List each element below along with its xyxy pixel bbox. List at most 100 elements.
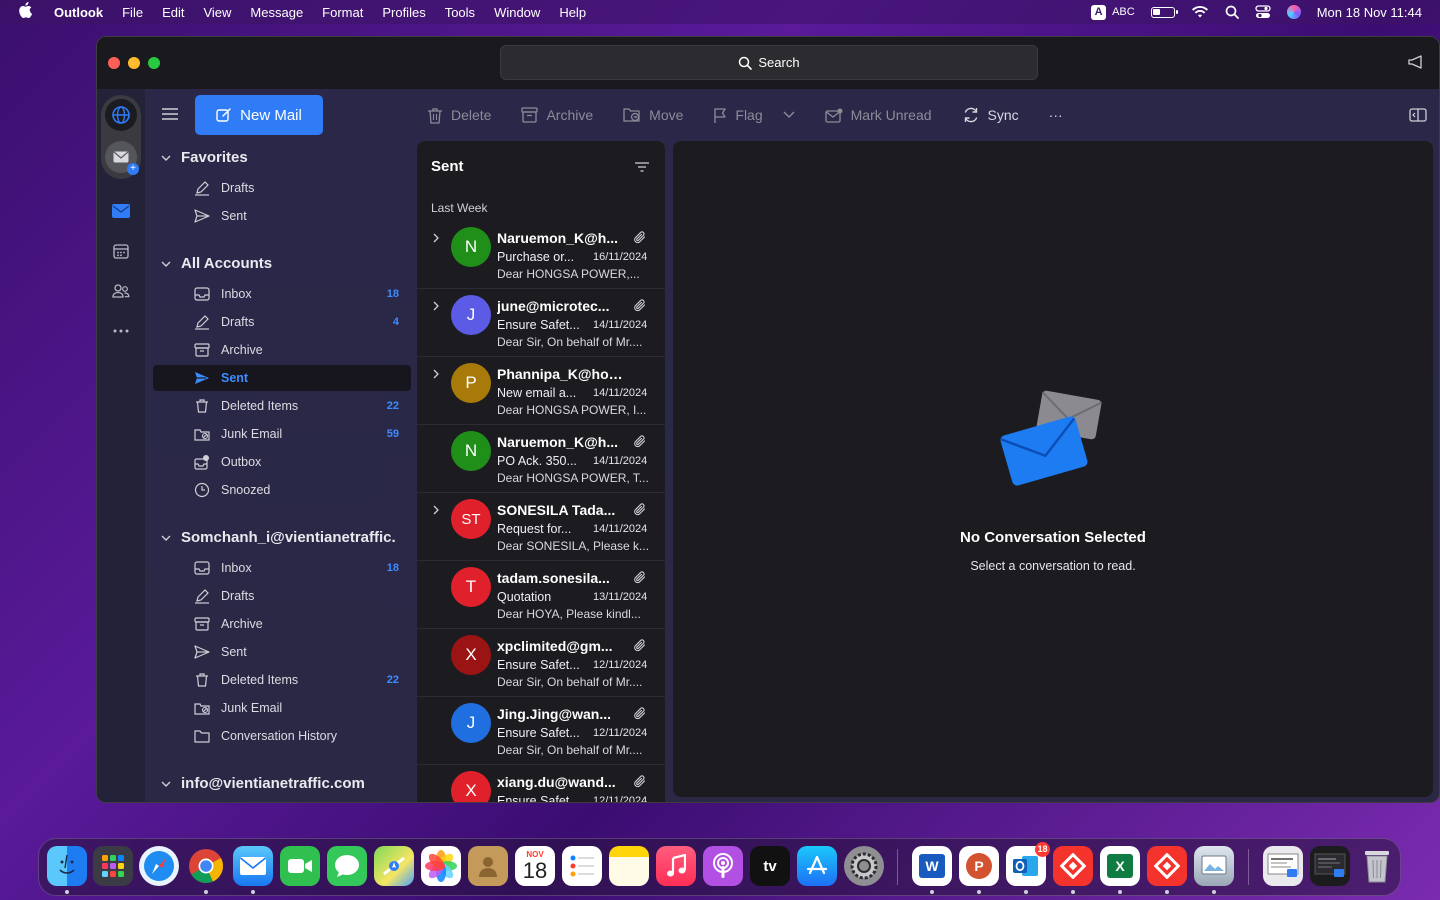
megaphone-icon[interactable] bbox=[1407, 54, 1425, 70]
reminders-app-icon[interactable] bbox=[562, 846, 602, 886]
add-account-avatar[interactable]: + bbox=[105, 141, 139, 175]
anydesk-second-app-icon[interactable] bbox=[1147, 846, 1187, 886]
all-accounts-avatar[interactable] bbox=[105, 99, 137, 131]
message-row[interactable]: N Naruemon_K@h... Purchase or... 16/11/2024… bbox=[417, 221, 665, 289]
all-drafts[interactable]: Drafts 4 bbox=[153, 309, 411, 335]
calendar-app-icon[interactable]: NOV 18 bbox=[515, 846, 555, 886]
menu-clock[interactable]: Mon 18 Nov 11:44 bbox=[1317, 5, 1422, 20]
hamburger-menu-icon[interactable] bbox=[161, 107, 179, 121]
message-row[interactable]: Jjune@microtec... Ensure Safet... 14/11/20… bbox=[417, 289, 665, 357]
account1-archive[interactable]: Archive bbox=[153, 611, 411, 637]
close-window-button[interactable] bbox=[108, 57, 120, 69]
photos-app-icon[interactable] bbox=[421, 846, 461, 886]
all-snoozed[interactable]: Snoozed bbox=[153, 477, 411, 503]
message-row[interactable]: N Naruemon_K@h... PO Ack. 350... 14/11/2024… bbox=[417, 425, 665, 493]
all-outbox[interactable]: Outbox bbox=[153, 449, 411, 475]
account-somchanh-header[interactable]: Somchanh_i@vientianetraffic. bbox=[161, 529, 396, 546]
message-row[interactable]: Xxpclimited@gm... Ensure Safet... 12/11/20… bbox=[417, 629, 665, 697]
message-row[interactable]: P Phannipa_K@hong... New email a... 14/11/2… bbox=[417, 357, 665, 425]
battery-icon[interactable] bbox=[1150, 6, 1178, 18]
flag-button[interactable]: Flag bbox=[713, 107, 795, 124]
sync-button[interactable]: Sync bbox=[962, 106, 1019, 124]
account-info-header[interactable]: info@vientianetraffic.com bbox=[161, 775, 365, 792]
siri-icon[interactable] bbox=[1286, 5, 1301, 19]
podcasts-app-icon[interactable] bbox=[703, 846, 743, 886]
chevron-right-icon[interactable] bbox=[432, 301, 440, 311]
all-sent[interactable]: Sent bbox=[153, 365, 411, 391]
all-archive[interactable]: Archive bbox=[153, 337, 411, 363]
zoom-window-button[interactable] bbox=[148, 57, 160, 69]
calendar-nav-icon[interactable] bbox=[111, 241, 131, 261]
message-row[interactable]: ST SONESILA Tada... Request for... 14/11/20… bbox=[417, 493, 665, 561]
word-app-icon[interactable]: W bbox=[912, 846, 952, 886]
more-actions-button[interactable]: ··· bbox=[1049, 107, 1063, 123]
finder-app-icon[interactable] bbox=[47, 846, 87, 886]
menu-format[interactable]: Format bbox=[322, 5, 363, 20]
notes-app-icon[interactable] bbox=[609, 846, 649, 886]
message-row[interactable]: Xxiang.du@wand... Ensure Safet... 12/11/20… bbox=[417, 765, 665, 802]
trash-dock-icon[interactable] bbox=[1357, 846, 1397, 886]
chevron-right-icon[interactable] bbox=[432, 233, 440, 243]
message-row[interactable]: J Jing.Jing@wan... Ensure Safet... 12/11/20… bbox=[417, 697, 665, 765]
reading-pane-toggle-icon[interactable] bbox=[1409, 107, 1427, 123]
account1-deleted-items[interactable]: Deleted Items 22 bbox=[153, 667, 411, 693]
anydesk-app-icon[interactable] bbox=[1053, 846, 1093, 886]
account1-conversation-history[interactable]: Conversation History bbox=[153, 723, 411, 749]
safari-app-icon[interactable] bbox=[139, 846, 179, 886]
control-center-icon[interactable] bbox=[1255, 5, 1271, 19]
minimize-window-button[interactable] bbox=[128, 57, 140, 69]
search-bar[interactable]: Search bbox=[500, 45, 1038, 80]
app-store-app-icon[interactable] bbox=[797, 846, 837, 886]
contacts-app-icon[interactable] bbox=[468, 846, 508, 886]
system-settings-app-icon[interactable] bbox=[844, 846, 884, 886]
account1-inbox[interactable]: Inbox 18 bbox=[153, 555, 411, 581]
apple-menu-icon[interactable] bbox=[18, 2, 38, 22]
menu-help[interactable]: Help bbox=[559, 5, 586, 20]
account1-junk-email[interactable]: Junk Email bbox=[153, 695, 411, 721]
account1-sent[interactable]: Sent bbox=[153, 639, 411, 665]
new-mail-button[interactable]: New Mail bbox=[195, 95, 323, 135]
spotlight-search-icon[interactable] bbox=[1225, 5, 1239, 19]
menu-window[interactable]: Window bbox=[494, 5, 540, 20]
favorites-drafts[interactable]: Drafts bbox=[153, 175, 411, 201]
input-source[interactable]: A ABC bbox=[1091, 4, 1135, 20]
mail-app-icon[interactable] bbox=[233, 846, 273, 886]
minimized-window-1-icon[interactable] bbox=[1263, 846, 1303, 886]
mail-nav-icon[interactable] bbox=[111, 201, 131, 221]
message-row[interactable]: Ttadam.sonesila... Quotation 13/11/2024 Dea… bbox=[417, 561, 665, 629]
all-junk-email[interactable]: Junk Email 59 bbox=[153, 421, 411, 447]
people-nav-icon[interactable] bbox=[111, 281, 131, 301]
facetime-app-icon[interactable] bbox=[280, 846, 320, 886]
filter-icon[interactable] bbox=[635, 161, 649, 173]
move-button[interactable]: Move bbox=[623, 107, 683, 123]
menu-edit[interactable]: Edit bbox=[162, 5, 184, 20]
powerpoint-app-icon[interactable]: P bbox=[959, 846, 999, 886]
all-accounts-header[interactable]: All Accounts bbox=[161, 255, 272, 272]
account1-drafts[interactable]: Drafts bbox=[153, 583, 411, 609]
outlook-app-icon[interactable]: 18 bbox=[1006, 842, 1050, 886]
apple-tv-app-icon[interactable]: tv bbox=[750, 846, 790, 886]
chevron-right-icon[interactable] bbox=[432, 505, 440, 515]
messages-app-icon[interactable] bbox=[327, 846, 367, 886]
launchpad-app-icon[interactable] bbox=[93, 846, 133, 886]
menu-app-name[interactable]: Outlook bbox=[54, 5, 103, 20]
chevron-right-icon[interactable] bbox=[432, 369, 440, 379]
all-inbox[interactable]: Inbox 18 bbox=[153, 281, 411, 307]
wifi-icon[interactable] bbox=[1191, 5, 1209, 19]
menu-profiles[interactable]: Profiles bbox=[382, 5, 425, 20]
favorites-header[interactable]: Favorites bbox=[161, 149, 248, 166]
minimized-window-2-icon[interactable] bbox=[1310, 846, 1350, 886]
menu-view[interactable]: View bbox=[203, 5, 231, 20]
chrome-app-icon[interactable] bbox=[186, 846, 226, 886]
menu-file[interactable]: File bbox=[122, 5, 143, 20]
mark-unread-button[interactable]: Mark Unread bbox=[824, 107, 932, 123]
menu-message[interactable]: Message bbox=[250, 5, 303, 20]
chevron-down-icon[interactable] bbox=[783, 111, 795, 119]
music-app-icon[interactable] bbox=[656, 846, 696, 886]
delete-button[interactable]: Delete bbox=[427, 107, 491, 124]
favorites-sent[interactable]: Sent bbox=[153, 203, 411, 229]
excel-app-icon[interactable]: X bbox=[1100, 846, 1140, 886]
preview-app-icon[interactable] bbox=[1194, 846, 1234, 886]
more-apps-icon[interactable] bbox=[111, 321, 131, 341]
maps-app-icon[interactable] bbox=[374, 846, 414, 886]
